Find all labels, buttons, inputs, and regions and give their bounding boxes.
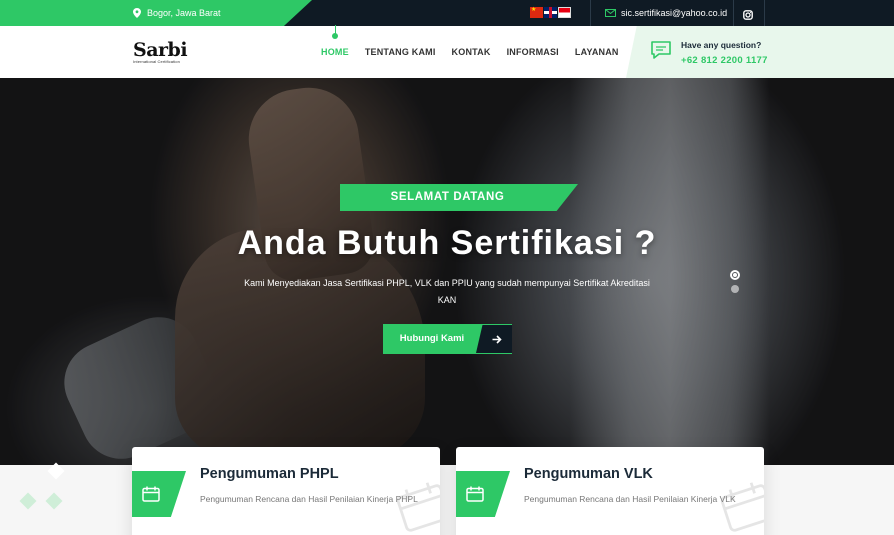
location-text: Bogor, Jawa Barat: [147, 8, 221, 18]
hero-overlay: [0, 78, 894, 465]
phone-number[interactable]: +62 812 2200 1177: [681, 55, 768, 66]
location: Bogor, Jawa Barat: [133, 0, 221, 26]
card-icon-tag: [456, 471, 510, 517]
slider-pagination: [730, 270, 740, 293]
site-logo[interactable]: Sarbi International Certification: [133, 39, 188, 64]
hero-title: Anda Butuh Sertifikasi ?: [237, 224, 657, 262]
decorative-diamond: [47, 462, 65, 480]
contact-question-box: Have any question? +62 812 2200 1177: [626, 26, 894, 78]
card-icon-tag: [132, 471, 186, 517]
main-nav: HOME TENTANG KAMI KONTAK INFORMASI LAYAN…: [321, 25, 644, 78]
chat-bubble-icon: [651, 41, 671, 59]
decorative-diamond: [45, 492, 63, 510]
nav-tentang-kami[interactable]: TENTANG KAMI: [365, 47, 436, 57]
instagram-icon: [743, 10, 753, 20]
welcome-tag-text: SELAMAT DATANG: [390, 191, 505, 203]
question-label: Have any question?: [681, 40, 762, 50]
decorative-diamond: [19, 492, 37, 510]
slider-dot-2[interactable]: [731, 285, 739, 293]
email-link[interactable]: sic.sertifikasi@yahoo.co.id: [605, 0, 727, 26]
calendar-watermark-icon: [396, 482, 440, 532]
nav-layanan[interactable]: LAYANAN: [575, 47, 619, 57]
calendar-icon: [142, 486, 160, 502]
logo-subtitle: International Certification: [133, 59, 180, 64]
calendar-icon: [466, 486, 484, 502]
top-bar: Bogor, Jawa Barat sic.sertifikasi@yahoo.…: [0, 0, 894, 26]
hero-slider: SELAMAT DATANG Anda Butuh Sertifikasi ? …: [0, 78, 894, 465]
nav-informasi[interactable]: INFORMASI: [507, 47, 559, 57]
hero-description: Kami Menyediakan Jasa Sertifikasi PHPL, …: [244, 278, 650, 305]
top-bar-divider: [590, 0, 591, 26]
calendar-watermark-icon: [720, 482, 764, 532]
map-pin-icon: [133, 8, 141, 18]
announcement-card-phpl[interactable]: Pengumuman PHPL Pengumuman Rencana dan H…: [132, 447, 440, 535]
top-bar-divider: [764, 0, 765, 26]
indonesian-flag-icon[interactable]: [558, 7, 571, 18]
contact-us-button[interactable]: Hubungi Kami: [383, 324, 512, 354]
nav-kontak[interactable]: KONTAK: [452, 47, 491, 57]
nav-home[interactable]: HOME: [321, 25, 349, 57]
slider-dot-1[interactable]: [730, 270, 740, 280]
contact-us-label: Hubungi Kami: [399, 333, 465, 344]
envelope-icon: [605, 9, 616, 17]
card-title: Pengumuman PHPL: [200, 466, 339, 482]
card-title: Pengumuman VLK: [524, 466, 653, 482]
card-text: Pengumuman Rencana dan Hasil Penilaian K…: [524, 494, 736, 504]
top-bar-divider: [733, 0, 734, 26]
chinese-flag-icon[interactable]: [530, 6, 543, 18]
language-switcher: [530, 6, 571, 18]
english-flag-icon[interactable]: [544, 7, 557, 18]
announcement-card-vlk[interactable]: Pengumuman VLK Pengumuman Rencana dan Ha…: [456, 447, 764, 535]
instagram-link[interactable]: [743, 7, 753, 25]
welcome-tag: SELAMAT DATANG: [340, 184, 578, 211]
arrow-right-icon: [476, 325, 512, 353]
email-text: sic.sertifikasi@yahoo.co.id: [621, 8, 728, 18]
site-header: Sarbi International Certification HOME T…: [0, 25, 894, 78]
card-text: Pengumuman Rencana dan Hasil Penilaian K…: [200, 494, 418, 504]
logo-text: Sarbi: [133, 39, 188, 61]
